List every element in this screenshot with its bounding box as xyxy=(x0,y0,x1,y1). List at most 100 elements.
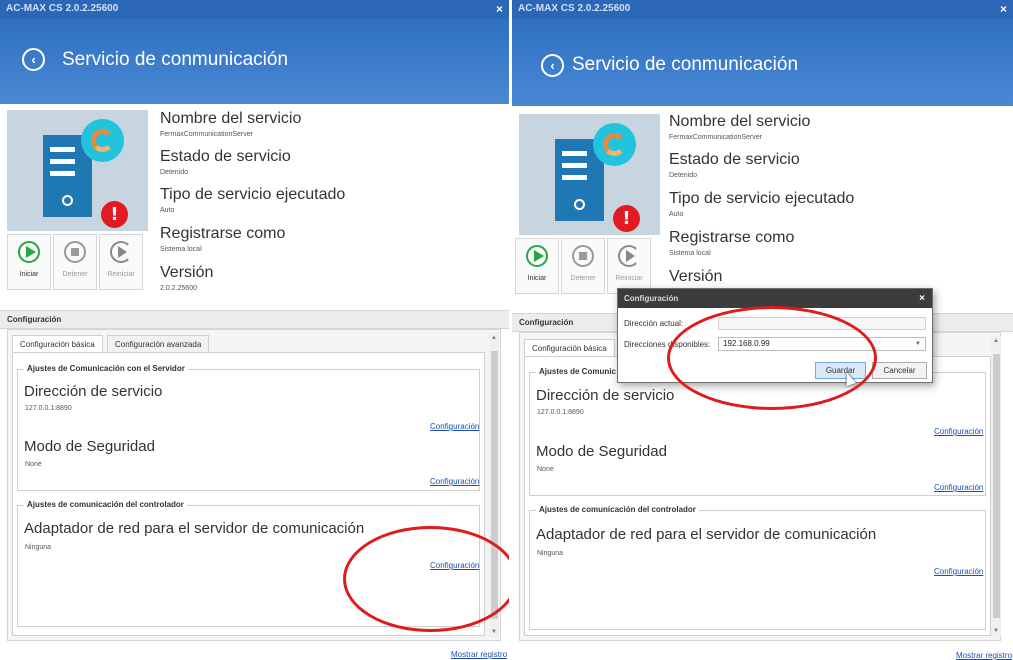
network-adapter-config-link[interactable]: Configuración xyxy=(430,561,479,570)
scroll-thumb[interactable] xyxy=(993,354,1000,618)
show-log-link[interactable]: Mostrar registro xyxy=(956,651,1012,660)
available-addresses-select[interactable]: 192.168.0.99 ▼ xyxy=(718,337,926,351)
restart-icon xyxy=(618,245,640,267)
available-addresses-label: Direcciones disponibles: xyxy=(624,340,711,349)
basic-config-body: Ajustes de Comunicación con el Servidor … xyxy=(12,352,485,636)
controller-comm-group-title: Ajustes de comunicación del controlador xyxy=(24,500,187,509)
security-mode-config-link[interactable]: Configuración xyxy=(934,483,983,492)
server-comm-group-title: Ajustes de Comunic xyxy=(536,367,619,376)
warning-icon: ! xyxy=(101,201,128,228)
page-title: Servicio de conmunicación xyxy=(572,54,799,75)
start-label: Iniciar xyxy=(19,271,39,278)
restart-button[interactable]: Reiniciar xyxy=(607,238,651,294)
stop-button[interactable]: Detener xyxy=(561,238,605,294)
security-mode-label: Modo de Seguridad xyxy=(24,438,155,455)
service-state-label: Estado de servicio xyxy=(669,151,800,168)
service-address-config-link[interactable]: Configuración xyxy=(934,427,983,436)
network-adapter-value: Ninguna xyxy=(25,544,52,551)
service-image: ! xyxy=(519,114,660,235)
security-mode-value: None xyxy=(537,466,554,473)
window-titlebar: AC-MAX CS 2.0.2.25600 × xyxy=(512,0,1013,18)
restart-button[interactable]: Reiniciar xyxy=(99,234,143,290)
register-as-label: Registrarse como xyxy=(160,225,286,242)
warning-icon: ! xyxy=(613,205,640,232)
controller-comm-group: Ajustes de comunicación del controlador … xyxy=(529,505,986,630)
service-state-value: Detenido xyxy=(160,169,189,176)
service-address-value: 127.0.0.1:8890 xyxy=(537,409,584,416)
tab-basic-config[interactable]: Configuración básica xyxy=(12,335,103,353)
server-comm-group-title: Ajustes de Comunicación con el Servidor xyxy=(24,364,188,373)
page-title: Servicio de conmunicación xyxy=(62,49,289,70)
dialog-titlebar: Configuración × xyxy=(618,289,932,308)
scroll-thumb[interactable] xyxy=(491,351,498,619)
service-name-label: Nombre del servicio xyxy=(669,113,811,130)
scroll-down-icon[interactable]: ▼ xyxy=(991,626,1001,636)
dialog-title: Configuración xyxy=(624,294,679,303)
play-icon xyxy=(526,245,548,267)
configuration-dialog: Configuración × Dirección actual: Direcc… xyxy=(617,288,933,387)
vertical-scrollbar[interactable]: ▲ ▼ xyxy=(991,336,1001,636)
stop-icon xyxy=(64,241,86,263)
close-icon[interactable]: × xyxy=(1000,0,1007,18)
start-label: Iniciar xyxy=(527,275,547,282)
start-button[interactable]: Iniciar xyxy=(515,238,559,294)
network-adapter-config-link[interactable]: Configuración xyxy=(934,567,983,576)
play-icon xyxy=(18,241,40,263)
sync-icon xyxy=(81,119,124,162)
show-log-link[interactable]: Mostrar registro xyxy=(451,650,507,659)
service-type-label: Tipo de servicio ejecutado xyxy=(160,186,346,203)
restart-label: Reiniciar xyxy=(107,271,135,278)
back-icon[interactable]: ‹ xyxy=(22,48,45,71)
network-adapter-value: Ninguna xyxy=(537,550,564,557)
left-screenshot: AC-MAX CS 2.0.2.25600 × ‹ Servicio de co… xyxy=(0,0,509,660)
close-icon[interactable]: × xyxy=(496,0,503,18)
version-value: 2.0.2.25600 xyxy=(160,285,197,292)
basic-config-body: Ajustes de Comunic Dirección de servicio… xyxy=(524,356,991,636)
security-mode-config-link[interactable]: Configuración xyxy=(430,477,479,486)
version-label: Versión xyxy=(669,268,723,285)
configuration-section-header: Configuración xyxy=(0,310,509,329)
server-comm-group: Ajustes de Comunic Dirección de servicio… xyxy=(529,367,986,496)
service-address-label: Dirección de servicio xyxy=(24,383,163,400)
configuration-panel: Configuración básica Configuración avanz… xyxy=(7,329,501,641)
tab-basic-config[interactable]: Configuración básica xyxy=(524,339,615,357)
stop-icon xyxy=(572,245,594,267)
service-address-value: 127.0.0.1:8890 xyxy=(25,405,72,412)
service-image: ! xyxy=(7,110,148,231)
tab-advanced-config[interactable]: Configuración avanzada xyxy=(107,335,210,353)
service-type-value: Auto xyxy=(669,211,684,218)
server-comm-group: Ajustes de Comunicación con el Servidor … xyxy=(17,364,480,491)
vertical-scrollbar[interactable]: ▲ ▼ xyxy=(489,333,499,637)
app-title: AC-MAX CS 2.0.2.25600 xyxy=(518,3,631,14)
scroll-down-icon[interactable]: ▼ xyxy=(489,627,499,637)
register-as-label: Registrarse como xyxy=(669,229,795,246)
scroll-up-icon[interactable]: ▲ xyxy=(991,336,1001,346)
service-type-label: Tipo de servicio ejecutado xyxy=(669,190,855,207)
register-as-value: Sistema local xyxy=(160,246,202,253)
service-state-value: Detenido xyxy=(669,172,698,179)
stop-label: Detener xyxy=(570,275,596,282)
service-address-config-link[interactable]: Configuración xyxy=(430,422,479,431)
stop-button[interactable]: Detener xyxy=(53,234,97,290)
back-icon[interactable]: ‹ xyxy=(541,54,564,77)
page-header: ‹ Servicio de conmunicación xyxy=(512,18,1013,106)
service-name-value: FermaxCommunicationServer xyxy=(669,134,762,141)
chevron-down-icon: ▼ xyxy=(915,341,921,347)
version-label: Versión xyxy=(160,264,214,281)
stop-label: Detener xyxy=(62,271,88,278)
security-mode-label: Modo de Seguridad xyxy=(536,443,667,460)
right-screenshot: AC-MAX CS 2.0.2.25600 × ‹ Servicio de co… xyxy=(512,0,1013,660)
current-address-label: Dirección actual: xyxy=(624,319,684,328)
service-state-label: Estado de servicio xyxy=(160,148,291,165)
start-button[interactable]: Iniciar xyxy=(7,234,51,290)
cancel-button[interactable]: Cancelar xyxy=(872,362,927,379)
save-button[interactable]: Guardar xyxy=(815,362,866,379)
available-addresses-value: 192.168.0.99 xyxy=(723,339,770,348)
register-as-value: Sistema local xyxy=(669,250,711,257)
dialog-close-icon[interactable]: × xyxy=(919,289,925,308)
current-address-field[interactable] xyxy=(718,317,926,330)
page-header: ‹ Servicio de conmunicación xyxy=(0,18,509,104)
app-title: AC-MAX CS 2.0.2.25600 xyxy=(6,3,119,14)
restart-icon xyxy=(110,241,132,263)
scroll-up-icon[interactable]: ▲ xyxy=(489,333,499,343)
